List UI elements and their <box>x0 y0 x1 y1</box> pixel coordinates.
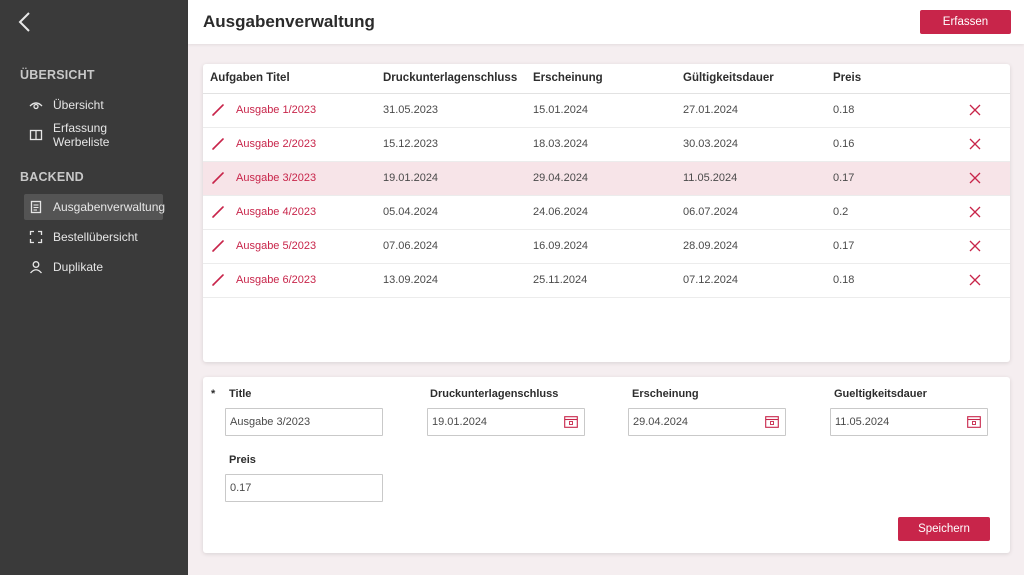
cell-erscheinung: 25.11.2024 <box>533 274 588 286</box>
cell-erscheinung: 24.06.2024 <box>533 206 589 218</box>
cell-druckunterlagenschluss: 05.04.2024 <box>383 206 439 218</box>
sidebar-item-label: Bestellübersicht <box>53 230 138 244</box>
pencil-icon[interactable] <box>211 273 225 287</box>
table-row[interactable]: Ausgabe 5/2023 07.06.2024 16.09.2024 28.… <box>203 230 1010 264</box>
close-icon[interactable] <box>969 240 981 252</box>
table-row-selected[interactable]: Ausgabe 3/2023 19.01.2024 29.04.2024 11.… <box>203 162 1010 196</box>
document-icon <box>29 200 43 214</box>
gueltigkeitsdauer-input[interactable] <box>830 408 988 436</box>
cell-preis: 0.18 <box>833 104 855 116</box>
calendar-icon[interactable] <box>564 415 578 428</box>
sidebar-item-label: Erfassung Werbeliste <box>53 121 110 149</box>
issues-table: Aufgaben Titel Druckunterlagenschluss Er… <box>203 64 1010 362</box>
pencil-icon[interactable] <box>211 205 225 219</box>
cell-erscheinung: 29.04.2024 <box>533 172 589 184</box>
cell-druckunterlagenschluss: 07.06.2024 <box>383 240 439 252</box>
table-row[interactable]: Ausgabe 2/2023 15.12.2023 18.03.2024 30.… <box>203 128 1010 162</box>
table-row[interactable]: Ausgabe 6/2023 13.09.2024 25.11.2024 07.… <box>203 264 1010 298</box>
cell-gueltigkeitsdauer: 11.05.2024 <box>683 172 738 184</box>
issue-title-link[interactable]: Ausgabe 1/2023 <box>236 104 316 116</box>
user-icon <box>29 260 43 274</box>
cell-gueltigkeitsdauer: 07.12.2024 <box>683 274 739 286</box>
required-marker: * <box>211 388 216 400</box>
issue-title-link[interactable]: Ausgabe 6/2023 <box>236 274 316 286</box>
gueltigkeitsdauer-label: Gueltigkeitsdauer <box>834 388 927 400</box>
table-row[interactable]: Ausgabe 4/2023 05.04.2024 24.06.2024 06.… <box>203 196 1010 230</box>
sidebar-item-label: Ausgabenverwaltung <box>53 200 166 214</box>
sidebar-item-label: Duplikate <box>53 260 104 274</box>
table-row[interactable]: Ausgabe 1/2023 31.05.2023 15.01.2024 27.… <box>203 94 1010 128</box>
back-arrow-icon[interactable] <box>16 11 36 33</box>
calendar-icon[interactable] <box>765 415 779 428</box>
table-header: Aufgaben Titel Druckunterlagenschluss Er… <box>203 64 1010 94</box>
issue-title-link[interactable]: Ausgabe 5/2023 <box>236 240 316 252</box>
cell-gueltigkeitsdauer: 30.03.2024 <box>683 138 739 150</box>
section-title-backend: BACKEND <box>20 170 84 184</box>
cell-druckunterlagenschluss: 19.01.2024 <box>383 172 439 184</box>
cell-erscheinung: 15.01.2024 <box>533 104 589 116</box>
cell-druckunterlagenschluss: 13.09.2024 <box>383 274 439 286</box>
column-header-druckunterlagenschluss: Druckunterlagenschluss <box>383 72 518 84</box>
cell-preis: 0.2 <box>833 206 849 218</box>
issue-title-link[interactable]: Ausgabe 3/2023 <box>236 172 316 184</box>
expand-icon <box>29 230 43 244</box>
page-title: Ausgabenverwaltung <box>203 12 375 31</box>
close-icon[interactable] <box>969 172 981 184</box>
edit-form: * Title Druckunterlagenschluss Erscheinu… <box>203 377 1010 553</box>
title-label: Title <box>229 388 252 400</box>
sidebar: ÜBERSICHT Übersicht Erfassung Werbeliste… <box>0 0 188 575</box>
top-bar: Ausgabenverwaltung Erfassen <box>188 0 1024 44</box>
preis-input[interactable] <box>225 474 383 502</box>
close-icon[interactable] <box>969 104 981 116</box>
preis-label: Preis <box>229 454 256 466</box>
pencil-icon[interactable] <box>211 239 225 253</box>
pencil-icon[interactable] <box>211 171 225 185</box>
sidebar-item-bestelluebersicht[interactable]: Bestellübersicht <box>24 224 163 250</box>
erscheinung-label: Erscheinung <box>632 388 699 400</box>
sidebar-item-label: Übersicht <box>53 98 104 112</box>
column-header-gueltigkeitsdauer: Gültigkeitsdauer <box>683 72 774 84</box>
druckunterlagenschluss-label: Druckunterlagenschluss <box>430 388 559 400</box>
cell-gueltigkeitsdauer: 28.09.2024 <box>683 240 739 252</box>
book-icon <box>29 128 43 142</box>
pencil-icon[interactable] <box>211 103 225 117</box>
sidebar-item-uebersicht[interactable]: Übersicht <box>24 92 163 118</box>
close-icon[interactable] <box>969 206 981 218</box>
erfassen-button[interactable]: Erfassen <box>920 10 1011 34</box>
cell-gueltigkeitsdauer: 27.01.2024 <box>683 104 739 116</box>
sidebar-item-duplikate[interactable]: Duplikate <box>24 254 163 280</box>
speichern-button[interactable]: Speichern <box>898 517 990 541</box>
column-header-erscheinung: Erscheinung <box>533 72 603 84</box>
issue-title-link[interactable]: Ausgabe 4/2023 <box>236 206 316 218</box>
sidebar-item-erfassung-werbeliste[interactable]: Erfassung Werbeliste <box>24 121 163 149</box>
erscheinung-input[interactable] <box>628 408 786 436</box>
cell-gueltigkeitsdauer: 06.07.2024 <box>683 206 739 218</box>
sidebar-item-ausgabenverwaltung[interactable]: Ausgabenverwaltung <box>24 194 166 220</box>
cell-preis: 0.17 <box>833 240 855 252</box>
cell-druckunterlagenschluss: 31.05.2023 <box>383 104 439 116</box>
close-icon[interactable] <box>969 138 981 150</box>
title-input[interactable] <box>225 408 383 436</box>
eye-icon <box>29 98 43 112</box>
calendar-icon[interactable] <box>967 415 981 428</box>
cell-erscheinung: 16.09.2024 <box>533 240 589 252</box>
section-title-overview: ÜBERSICHT <box>20 68 95 82</box>
cell-preis: 0.17 <box>833 172 855 184</box>
issue-title-link[interactable]: Ausgabe 2/2023 <box>236 138 316 150</box>
druckunterlagenschluss-input[interactable] <box>427 408 585 436</box>
column-header-preis: Preis <box>833 72 862 84</box>
cell-erscheinung: 18.03.2024 <box>533 138 589 150</box>
column-header-title: Aufgaben Titel <box>210 72 290 84</box>
close-icon[interactable] <box>969 274 981 286</box>
pencil-icon[interactable] <box>211 137 225 151</box>
cell-preis: 0.18 <box>833 274 855 286</box>
cell-preis: 0.16 <box>833 138 855 150</box>
cell-druckunterlagenschluss: 15.12.2023 <box>383 138 439 150</box>
